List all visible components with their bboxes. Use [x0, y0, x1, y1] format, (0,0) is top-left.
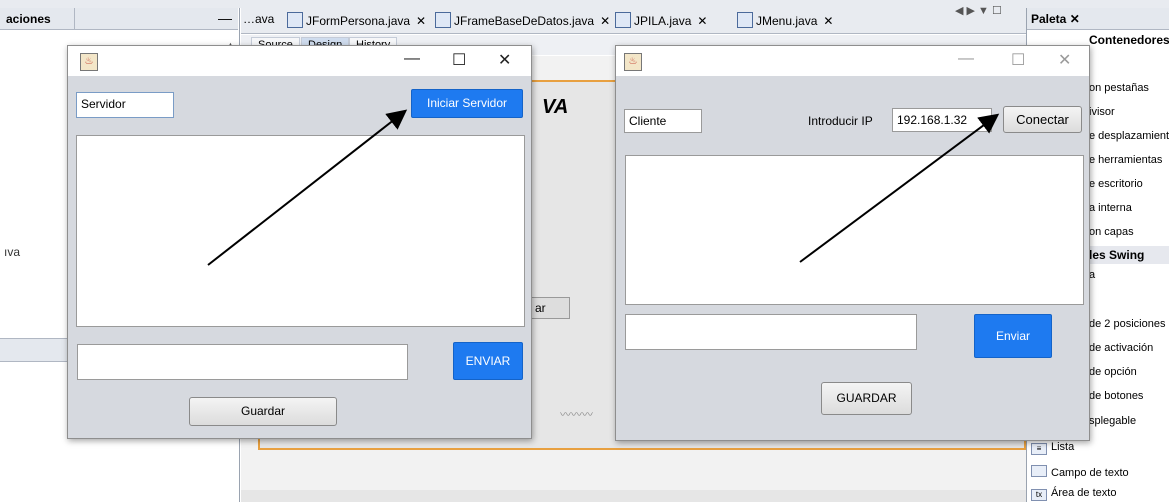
left-panel-divider: [74, 8, 75, 30]
close-button[interactable]: ✕: [1058, 50, 1071, 70]
palette-item[interactable]: a interna: [1089, 202, 1132, 214]
palette-item-textarea[interactable]: tx Área de texto: [1031, 487, 1116, 501]
java-file-icon: [287, 12, 303, 28]
connect-button[interactable]: Conectar: [1003, 106, 1082, 133]
start-server-button[interactable]: Iniciar Servidor: [411, 89, 523, 118]
server-save-button[interactable]: Guardar: [189, 397, 337, 426]
left-panel-title: aciones: [6, 12, 51, 26]
editor-tab-jmenu[interactable]: JMenu.java ✕: [737, 12, 833, 32]
server-name-field[interactable]: Servidor: [76, 92, 174, 118]
maximize-button[interactable]: ☐: [452, 50, 466, 70]
palette-section-controls[interactable]: les Swing: [1089, 248, 1144, 262]
palette-header: Paleta ✕: [1027, 8, 1169, 30]
editor-tab-jframebasededatos[interactable]: JFrameBaseDeDatos.java ✕: [435, 12, 610, 32]
palette-item[interactable]: on pestañas: [1089, 82, 1149, 94]
java-file-icon: [737, 12, 753, 28]
palette-item[interactable]: splegable: [1089, 415, 1136, 427]
java-file-icon: [615, 12, 631, 28]
client-message-input[interactable]: [625, 314, 917, 350]
palette-item[interactable]: de opción: [1089, 366, 1137, 378]
palette-item[interactable]: e desplazamiento: [1089, 130, 1169, 142]
tab-navigation-controls[interactable]: ◀ ▶ ▼ ☐: [955, 4, 1002, 17]
palette-item-list[interactable]: ≡ Lista: [1031, 441, 1074, 455]
java-app-icon: ♨: [80, 53, 98, 71]
client-send-button[interactable]: Enviar: [974, 314, 1052, 358]
server-window: ♨ — ☐ ✕ Servidor Iniciar Servidor ENVIAR…: [67, 45, 532, 439]
client-window: ♨ — ☐ ✕ Cliente Introducir IP 192.168.1.…: [615, 45, 1090, 441]
ip-label: Introducir IP: [808, 114, 873, 128]
minimize-panel-button[interactable]: —: [218, 10, 232, 26]
design-canvas-wave: 〰〰〰: [560, 409, 593, 421]
tree-item[interactable]: ıva: [4, 245, 20, 259]
design-canvas-button: ar: [530, 297, 570, 319]
palette-item-textfield[interactable]: Campo de texto: [1031, 465, 1129, 479]
editor-horizontal-scrollbar[interactable]: [241, 490, 1026, 502]
minimize-button[interactable]: —: [404, 50, 420, 68]
java-file-icon: [435, 12, 451, 28]
client-chat-area[interactable]: [625, 155, 1084, 305]
close-tab-icon[interactable]: ✕: [823, 14, 833, 28]
palette-item[interactable]: ivisor: [1089, 106, 1115, 118]
textarea-icon: tx: [1031, 489, 1047, 501]
palette-tab[interactable]: Paleta ✕: [1031, 12, 1080, 26]
editor-tab-jpila[interactable]: JPILA.java ✕: [615, 12, 707, 32]
list-icon: ≡: [1031, 443, 1047, 455]
close-tab-icon[interactable]: ✕: [416, 14, 426, 28]
palette-section-containers[interactable]: Contenedores Swing: [1089, 33, 1169, 47]
textfield-icon: [1031, 465, 1047, 477]
maximize-button[interactable]: ☐: [1011, 50, 1025, 70]
palette-item[interactable]: e escritorio: [1089, 178, 1143, 190]
ip-input[interactable]: 192.168.1.32: [892, 108, 992, 132]
close-button[interactable]: ✕: [498, 50, 511, 70]
palette-item[interactable]: de botones: [1089, 390, 1143, 402]
server-send-button[interactable]: ENVIAR: [453, 342, 523, 380]
palette-item[interactable]: de activación: [1089, 342, 1153, 354]
editor-tab-bar: …ava JFormPersona.java ✕ JFrameBaseDeDato…: [241, 8, 1026, 34]
palette-item[interactable]: on capas: [1089, 226, 1134, 238]
close-tab-icon[interactable]: ✕: [697, 14, 707, 28]
server-chat-area[interactable]: [76, 135, 525, 327]
client-window-titlebar: ♨ — ☐ ✕: [616, 46, 1089, 76]
close-tab-icon[interactable]: ✕: [600, 14, 610, 28]
server-window-titlebar: ♨ — ☐ ✕: [68, 46, 531, 76]
design-canvas-label: VA: [542, 96, 569, 118]
editor-tab[interactable]: …ava: [243, 12, 274, 32]
client-save-button[interactable]: GUARDAR: [821, 382, 912, 415]
java-app-icon: ♨: [624, 53, 642, 71]
editor-tab-jformpersona[interactable]: JFormPersona.java ✕: [287, 12, 426, 32]
palette-item[interactable]: e herramientas: [1089, 154, 1162, 166]
left-panel-header: aciones —: [0, 8, 238, 30]
client-name-field[interactable]: Cliente: [624, 109, 702, 133]
minimize-button[interactable]: —: [958, 50, 974, 68]
palette-item[interactable]: de 2 posiciones: [1089, 318, 1165, 330]
server-message-input[interactable]: [77, 344, 408, 380]
